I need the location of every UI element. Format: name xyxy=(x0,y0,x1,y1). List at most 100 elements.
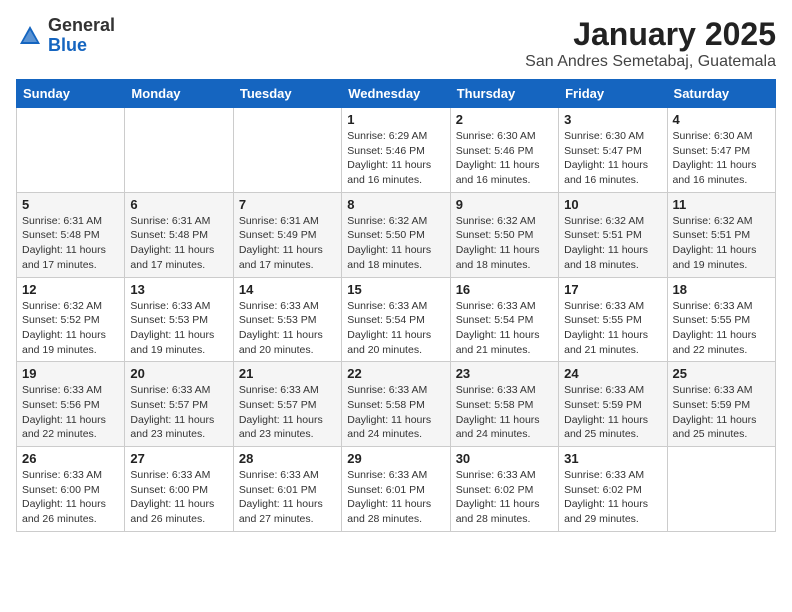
day-number: 5 xyxy=(22,197,119,212)
day-number: 14 xyxy=(239,282,336,297)
day-number: 31 xyxy=(564,451,661,466)
day-info: Sunrise: 6:30 AMSunset: 5:46 PMDaylight:… xyxy=(456,129,553,188)
col-header-wednesday: Wednesday xyxy=(342,80,450,108)
calendar-cell: 5 Sunrise: 6:31 AMSunset: 5:48 PMDaylight… xyxy=(17,192,125,277)
calendar-cell: 16Sunrise: 6:33 AMSunset: 5:54 PMDayligh… xyxy=(450,277,558,362)
day-info: Sunrise: 6:33 AMSunset: 5:58 PMDaylight:… xyxy=(347,383,444,442)
day-number: 18 xyxy=(673,282,770,297)
day-info: Sunrise: 6:31 AMSunset: 5:48 PMDaylight:… xyxy=(130,214,227,273)
calendar-cell: 7 Sunrise: 6:31 AMSunset: 5:49 PMDaylight… xyxy=(233,192,341,277)
calendar-week-1: 1Sunrise: 6:29 AMSunset: 5:46 PMDaylight… xyxy=(17,108,776,193)
day-info: Sunrise: 6:33 AMSunset: 6:01 PMDaylight:… xyxy=(347,468,444,527)
day-number: 16 xyxy=(456,282,553,297)
day-number: 20 xyxy=(130,366,227,381)
day-number: 25 xyxy=(673,366,770,381)
day-info: Sunrise: 6:31 AMSunset: 5:48 PMDaylight:… xyxy=(22,214,119,273)
calendar-cell: 31 Sunrise: 6:33 AMSunset: 6:02 PMDayligh… xyxy=(559,447,667,532)
day-info: Sunrise: 6:33 AMSunset: 5:56 PMDaylight:… xyxy=(22,383,119,442)
day-number: 26 xyxy=(22,451,119,466)
calendar-cell: 18 Sunrise: 6:33 AMSunset: 5:55 PMDayligh… xyxy=(667,277,775,362)
calendar-cell: 14 Sunrise: 6:33 AMSunset: 5:53 PMDayligh… xyxy=(233,277,341,362)
day-number: 12 xyxy=(22,282,119,297)
day-info: Sunrise: 6:32 AMSunset: 5:51 PMDaylight:… xyxy=(564,214,661,273)
day-info: Sunrise: 6:33 AMSunset: 6:02 PMDaylight:… xyxy=(564,468,661,527)
day-info: Sunrise: 6:33 AMSunset: 5:57 PMDaylight:… xyxy=(130,383,227,442)
day-number: 24 xyxy=(564,366,661,381)
col-header-monday: Monday xyxy=(125,80,233,108)
day-info: Sunrise: 6:33 AMSunset: 6:00 PMDaylight:… xyxy=(22,468,119,527)
calendar-cell xyxy=(233,108,341,193)
calendar-cell: 21Sunrise: 6:33 AMSunset: 5:57 PMDayligh… xyxy=(233,362,341,447)
day-info: Sunrise: 6:32 AMSunset: 5:50 PMDaylight:… xyxy=(456,214,553,273)
calendar-cell: 4 Sunrise: 6:30 AMSunset: 5:47 PMDaylight… xyxy=(667,108,775,193)
day-info: Sunrise: 6:33 AMSunset: 5:59 PMDaylight:… xyxy=(673,383,770,442)
logo-general-text: General xyxy=(48,15,115,35)
calendar-cell: 26 Sunrise: 6:33 AMSunset: 6:00 PMDayligh… xyxy=(17,447,125,532)
calendar-cell: 6 Sunrise: 6:31 AMSunset: 5:48 PMDaylight… xyxy=(125,192,233,277)
calendar-cell: 2 Sunrise: 6:30 AMSunset: 5:46 PMDaylight… xyxy=(450,108,558,193)
day-info: Sunrise: 6:33 AMSunset: 5:53 PMDaylight:… xyxy=(130,299,227,358)
calendar-cell: 13Sunrise: 6:33 AMSunset: 5:53 PMDayligh… xyxy=(125,277,233,362)
day-info: Sunrise: 6:32 AMSunset: 5:52 PMDaylight:… xyxy=(22,299,119,358)
day-info: Sunrise: 6:30 AMSunset: 5:47 PMDaylight:… xyxy=(673,129,770,188)
title-block: January 2025 San Andres Semetabaj, Guate… xyxy=(525,16,776,71)
calendar-week-4: 19 Sunrise: 6:33 AMSunset: 5:56 PMDayligh… xyxy=(17,362,776,447)
day-number: 19 xyxy=(22,366,119,381)
location-subtitle: San Andres Semetabaj, Guatemala xyxy=(525,53,776,71)
logo: General Blue xyxy=(16,16,115,56)
calendar-header-row: SundayMondayTuesdayWednesdayThursdayFrid… xyxy=(17,80,776,108)
day-number: 9 xyxy=(456,197,553,212)
day-number: 10 xyxy=(564,197,661,212)
day-number: 23 xyxy=(456,366,553,381)
calendar-cell: 24 Sunrise: 6:33 AMSunset: 5:59 PMDayligh… xyxy=(559,362,667,447)
day-number: 3 xyxy=(564,112,661,127)
calendar-cell: 23Sunrise: 6:33 AMSunset: 5:58 PMDayligh… xyxy=(450,362,558,447)
day-number: 8 xyxy=(347,197,444,212)
calendar-cell: 27 Sunrise: 6:33 AMSunset: 6:00 PMDayligh… xyxy=(125,447,233,532)
calendar-cell xyxy=(667,447,775,532)
day-info: Sunrise: 6:33 AMSunset: 6:00 PMDaylight:… xyxy=(130,468,227,527)
logo-icon xyxy=(16,22,44,50)
day-info: Sunrise: 6:33 AMSunset: 6:02 PMDaylight:… xyxy=(456,468,553,527)
logo-blue-text: Blue xyxy=(48,35,87,55)
day-number: 7 xyxy=(239,197,336,212)
calendar-cell: 22 Sunrise: 6:33 AMSunset: 5:58 PMDayligh… xyxy=(342,362,450,447)
col-header-thursday: Thursday xyxy=(450,80,558,108)
calendar-cell: 20 Sunrise: 6:33 AMSunset: 5:57 PMDayligh… xyxy=(125,362,233,447)
day-info: Sunrise: 6:33 AMSunset: 5:55 PMDaylight:… xyxy=(564,299,661,358)
day-number: 4 xyxy=(673,112,770,127)
day-info: Sunrise: 6:33 AMSunset: 6:01 PMDaylight:… xyxy=(239,468,336,527)
day-info: Sunrise: 6:33 AMSunset: 5:59 PMDaylight:… xyxy=(564,383,661,442)
day-info: Sunrise: 6:30 AMSunset: 5:47 PMDaylight:… xyxy=(564,129,661,188)
day-number: 11 xyxy=(673,197,770,212)
calendar-table: SundayMondayTuesdayWednesdayThursdayFrid… xyxy=(16,79,776,532)
day-number: 21 xyxy=(239,366,336,381)
calendar-cell: 19 Sunrise: 6:33 AMSunset: 5:56 PMDayligh… xyxy=(17,362,125,447)
day-info: Sunrise: 6:33 AMSunset: 5:54 PMDaylight:… xyxy=(347,299,444,358)
day-number: 15 xyxy=(347,282,444,297)
calendar-cell: 17Sunrise: 6:33 AMSunset: 5:55 PMDayligh… xyxy=(559,277,667,362)
day-number: 2 xyxy=(456,112,553,127)
col-header-friday: Friday xyxy=(559,80,667,108)
calendar-week-3: 12 Sunrise: 6:32 AMSunset: 5:52 PMDayligh… xyxy=(17,277,776,362)
day-number: 28 xyxy=(239,451,336,466)
col-header-tuesday: Tuesday xyxy=(233,80,341,108)
calendar-cell: 8Sunrise: 6:32 AMSunset: 5:50 PMDaylight… xyxy=(342,192,450,277)
day-info: Sunrise: 6:29 AMSunset: 5:46 PMDaylight:… xyxy=(347,129,444,188)
calendar-cell: 29 Sunrise: 6:33 AMSunset: 6:01 PMDayligh… xyxy=(342,447,450,532)
col-header-sunday: Sunday xyxy=(17,80,125,108)
calendar-cell: 9 Sunrise: 6:32 AMSunset: 5:50 PMDaylight… xyxy=(450,192,558,277)
day-number: 22 xyxy=(347,366,444,381)
day-info: Sunrise: 6:33 AMSunset: 5:53 PMDaylight:… xyxy=(239,299,336,358)
day-number: 29 xyxy=(347,451,444,466)
calendar-cell: 12 Sunrise: 6:32 AMSunset: 5:52 PMDayligh… xyxy=(17,277,125,362)
calendar-week-5: 26 Sunrise: 6:33 AMSunset: 6:00 PMDayligh… xyxy=(17,447,776,532)
day-number: 6 xyxy=(130,197,227,212)
calendar-cell xyxy=(17,108,125,193)
calendar-week-2: 5 Sunrise: 6:31 AMSunset: 5:48 PMDaylight… xyxy=(17,192,776,277)
calendar-cell: 10 Sunrise: 6:32 AMSunset: 5:51 PMDayligh… xyxy=(559,192,667,277)
page-header: General Blue January 2025 San Andres Sem… xyxy=(16,16,776,71)
day-info: Sunrise: 6:33 AMSunset: 5:55 PMDaylight:… xyxy=(673,299,770,358)
day-number: 27 xyxy=(130,451,227,466)
day-info: Sunrise: 6:31 AMSunset: 5:49 PMDaylight:… xyxy=(239,214,336,273)
